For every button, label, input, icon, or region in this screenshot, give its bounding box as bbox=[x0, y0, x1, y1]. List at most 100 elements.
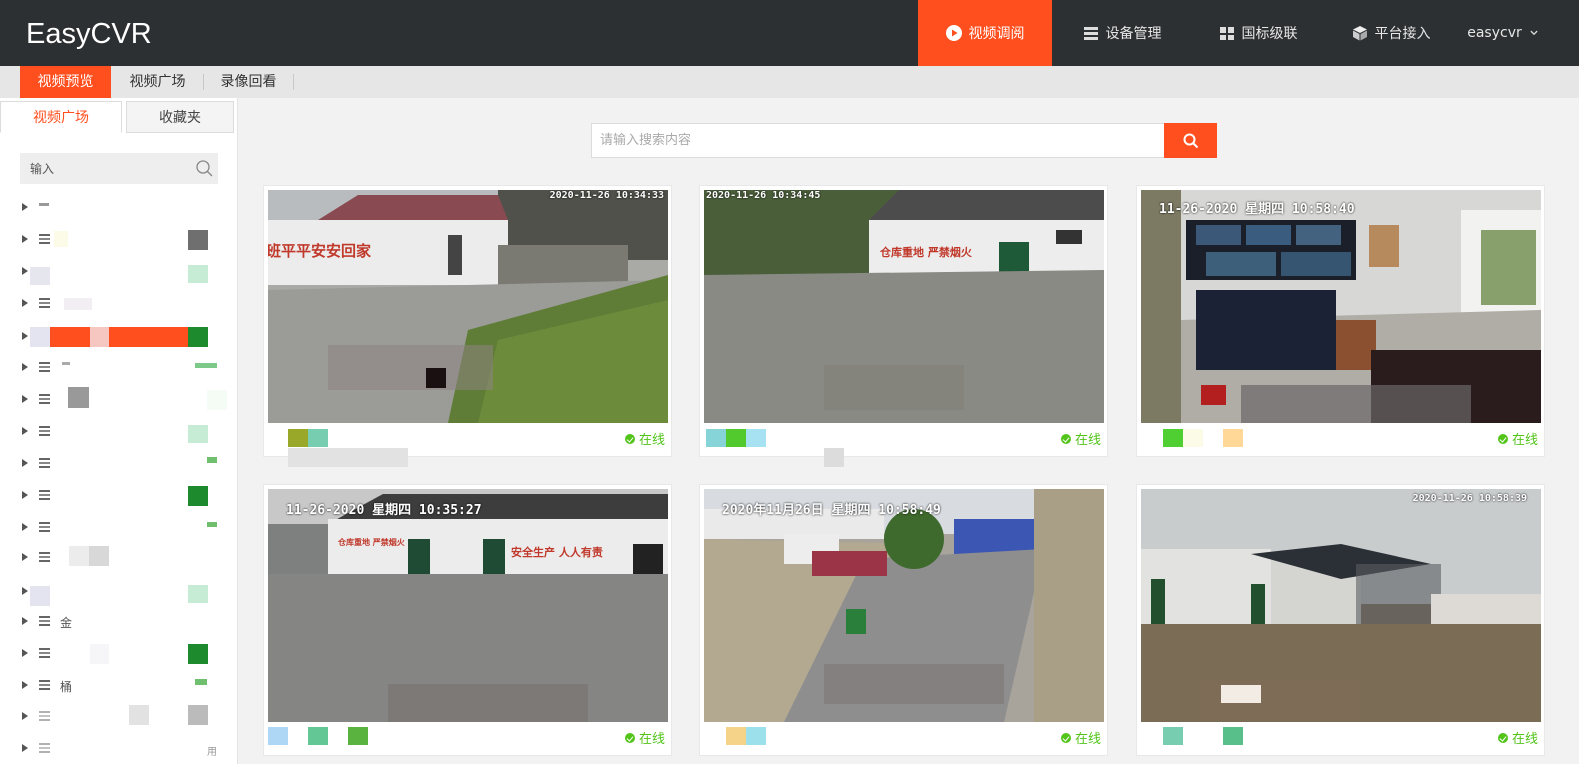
tree-node-label: 金 bbox=[60, 616, 73, 630]
camera-timestamp: 2020-11-26 10:34:33 bbox=[549, 190, 664, 201]
status-online: 在线 bbox=[624, 728, 665, 747]
blurred-badge bbox=[188, 585, 208, 603]
camera-timestamp: 2020年11月26日 星期四 10:58:49 bbox=[722, 503, 941, 518]
tree-node[interactable] bbox=[22, 582, 227, 606]
blurred-label bbox=[68, 387, 89, 408]
blurred-name bbox=[1223, 727, 1243, 745]
blurred-label bbox=[69, 546, 89, 566]
wall-slogan: 仓库重地 严禁烟火 bbox=[880, 246, 972, 259]
blurred-name bbox=[308, 727, 328, 745]
nav-device-management[interactable]: 设备管理 bbox=[1069, 0, 1175, 66]
camera-card[interactable]: 2020年11月26日 星期四 10:58:49 在线 bbox=[699, 484, 1108, 756]
expand-icon bbox=[22, 649, 28, 657]
camera-card[interactable]: 2020-11-26 10:34:45 仓库重地 严禁烟火 在线 bbox=[699, 185, 1108, 467]
camera-snapshot bbox=[1141, 489, 1541, 722]
blurred-name bbox=[726, 429, 746, 447]
blurred-label bbox=[30, 327, 50, 347]
device-group-icon bbox=[39, 426, 50, 436]
blurred-name bbox=[1223, 429, 1243, 447]
blurred-label bbox=[62, 362, 70, 365]
blurred-badge bbox=[188, 644, 208, 664]
tree-node[interactable] bbox=[22, 644, 227, 664]
nav-label: 视频调阅 bbox=[968, 26, 1025, 42]
tree-node[interactable]: 金 bbox=[22, 612, 227, 632]
expand-icon bbox=[22, 523, 28, 531]
camera-thumbnail[interactable]: 2020-11-26 10:34:33 班平平安安回家 bbox=[268, 190, 668, 423]
nav-gb-cascade[interactable]: 国标级联 bbox=[1205, 0, 1311, 66]
tree-node[interactable] bbox=[22, 262, 227, 285]
nav-video-browse[interactable]: 视频调阅 bbox=[918, 0, 1052, 66]
status-text: 在线 bbox=[1074, 732, 1101, 747]
expand-icon bbox=[22, 681, 28, 689]
camera-card[interactable]: 2020-11-26 10:34:33 班平平安安回家 在线 bbox=[263, 185, 672, 467]
subtab-playback[interactable]: 录像回看 bbox=[206, 66, 291, 98]
tree-node[interactable] bbox=[22, 230, 227, 250]
blurred-label bbox=[64, 298, 92, 310]
wall-slogan: 安全生产 人人有责 bbox=[511, 546, 603, 559]
nav-label: 国标级联 bbox=[1241, 26, 1298, 42]
expand-icon bbox=[22, 427, 28, 435]
blurred-label bbox=[39, 203, 49, 206]
top-navbar: EasyCVR 视频调阅 设备管理 国标级联 平台接入 easycvr bbox=[0, 0, 1579, 66]
camera-thumbnail[interactable]: 11-26-2020 星期四 10:35:27 仓库重地 严禁烟火 安全生产 人… bbox=[268, 489, 668, 722]
status-online: 在线 bbox=[1060, 429, 1101, 448]
device-group-icon bbox=[39, 394, 50, 404]
subtab-video-preview[interactable]: 视频预览 bbox=[20, 66, 111, 98]
tree-node[interactable] bbox=[22, 422, 227, 443]
camera-card[interactable]: 11-26-2020 星期四 10:58:40 在线 bbox=[1136, 185, 1545, 457]
camera-snapshot bbox=[268, 190, 668, 423]
divider bbox=[293, 74, 294, 90]
expand-icon bbox=[22, 617, 28, 625]
tree-node[interactable] bbox=[22, 327, 227, 347]
blurred-label bbox=[90, 644, 109, 664]
blurred-badge bbox=[207, 522, 217, 527]
device-group-icon bbox=[39, 362, 50, 372]
tree-node[interactable] bbox=[22, 198, 227, 218]
status-online: 在线 bbox=[1497, 728, 1538, 747]
tree-node[interactable] bbox=[22, 387, 227, 410]
tree-node[interactable] bbox=[22, 518, 227, 538]
tree-node[interactable] bbox=[22, 454, 227, 474]
user-menu[interactable]: easycvr bbox=[1460, 0, 1546, 66]
cube-icon bbox=[1352, 26, 1367, 41]
camera-card[interactable]: 11-26-2020 星期四 10:35:27 仓库重地 严禁烟火 安全生产 人… bbox=[263, 484, 672, 756]
camera-card[interactable]: 2020-11-26 10:58:39 在线 bbox=[1136, 484, 1545, 756]
blurred-badge bbox=[207, 457, 217, 463]
sidebar-tab-video-square[interactable]: 视频广场 bbox=[0, 101, 122, 133]
status-online: 在线 bbox=[1497, 429, 1538, 448]
main-search-input[interactable] bbox=[591, 123, 1165, 158]
status-text: 在线 bbox=[638, 732, 665, 747]
tree-node[interactable] bbox=[22, 294, 227, 314]
list-icon bbox=[1083, 27, 1098, 40]
blurred-label bbox=[30, 586, 50, 606]
search-icon[interactable] bbox=[196, 160, 213, 177]
search-button[interactable] bbox=[1164, 123, 1217, 158]
expand-icon bbox=[22, 267, 28, 275]
status-online: 在线 bbox=[1060, 728, 1101, 747]
blurred-name bbox=[268, 727, 288, 745]
sidebar-search-input[interactable] bbox=[20, 153, 218, 184]
wall-slogan: 仓库重地 严禁烟火 bbox=[338, 538, 405, 547]
camera-thumbnail[interactable]: 2020-11-26 10:34:45 仓库重地 严禁烟火 bbox=[704, 190, 1104, 423]
sidebar-tab-favorites[interactable]: 收藏夹 bbox=[126, 101, 234, 133]
tree-node[interactable] bbox=[22, 705, 227, 727]
device-group-icon bbox=[39, 552, 50, 562]
camera-thumbnail[interactable]: 2020年11月26日 星期四 10:58:49 bbox=[704, 489, 1104, 722]
nav-platform-access[interactable]: 平台接入 bbox=[1338, 0, 1444, 66]
camera-thumbnail[interactable]: 11-26-2020 星期四 10:58:40 bbox=[1141, 190, 1541, 423]
blurred-label bbox=[30, 267, 50, 285]
blurred-name bbox=[746, 429, 766, 447]
tree-node[interactable] bbox=[22, 486, 227, 506]
tree-node[interactable]: 用 bbox=[22, 739, 227, 759]
check-circle-icon bbox=[624, 433, 635, 444]
subtab-video-square[interactable]: 视频广场 bbox=[115, 66, 200, 98]
camera-thumbnail[interactable]: 2020-11-26 10:58:39 bbox=[1141, 489, 1541, 722]
status-text: 在线 bbox=[638, 433, 665, 448]
blurred-name bbox=[288, 448, 408, 467]
blurred-label bbox=[109, 327, 188, 347]
tree-node[interactable] bbox=[22, 546, 227, 568]
device-group-icon bbox=[39, 522, 50, 532]
tree-node[interactable] bbox=[22, 358, 227, 378]
device-group-icon bbox=[39, 490, 50, 500]
tree-node[interactable]: 桶 bbox=[22, 676, 227, 696]
